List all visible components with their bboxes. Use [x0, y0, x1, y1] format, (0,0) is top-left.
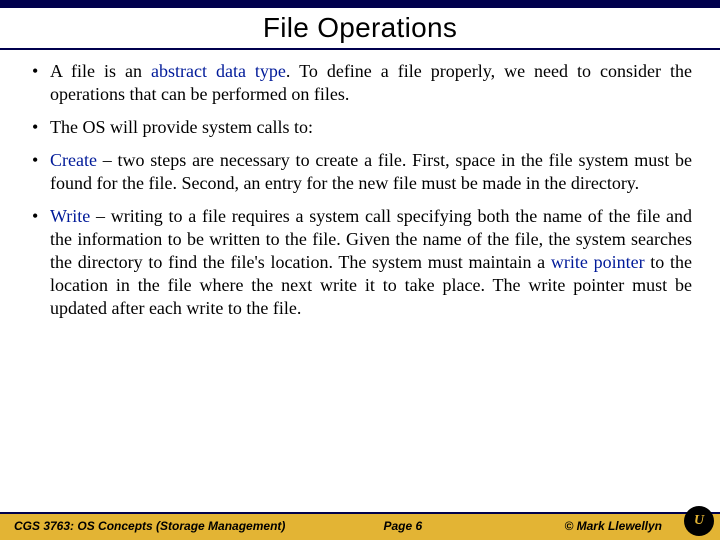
bullet-list: A file is an abstract data type. To defi… [28, 60, 692, 320]
bullet-item: The OS will provide system calls to: [28, 116, 692, 139]
footer-bar: CGS 3763: OS Concepts (Storage Managemen… [0, 514, 720, 540]
bullet-item: Write – writing to a file requires a sys… [28, 205, 692, 320]
keyword-abstract-data-type: abstract data type [151, 61, 286, 81]
title-rule [0, 48, 720, 50]
keyword-write-pointer: write pointer [551, 252, 645, 272]
footer-page: Page 6 [338, 519, 468, 533]
ucf-logo-icon: U [684, 506, 714, 536]
footer: CGS 3763: OS Concepts (Storage Managemen… [0, 512, 720, 540]
bullet-item: Create – two steps are necessary to crea… [28, 149, 692, 195]
keyword-create: Create [50, 150, 97, 170]
slide-title: File Operations [28, 12, 692, 44]
keyword-write: Write [50, 206, 90, 226]
logo-letter: U [694, 513, 704, 529]
footer-author: © Mark Llewellyn [468, 519, 706, 533]
slide-body: File Operations A file is an abstract da… [0, 8, 720, 320]
text: A file is an [50, 61, 151, 81]
footer-course: CGS 3763: OS Concepts (Storage Managemen… [14, 519, 338, 533]
bullet-item: A file is an abstract data type. To defi… [28, 60, 692, 106]
text: The OS will provide system calls to: [50, 117, 313, 137]
text: – two steps are necessary to create a fi… [50, 150, 692, 193]
top-accent-bar [0, 0, 720, 8]
